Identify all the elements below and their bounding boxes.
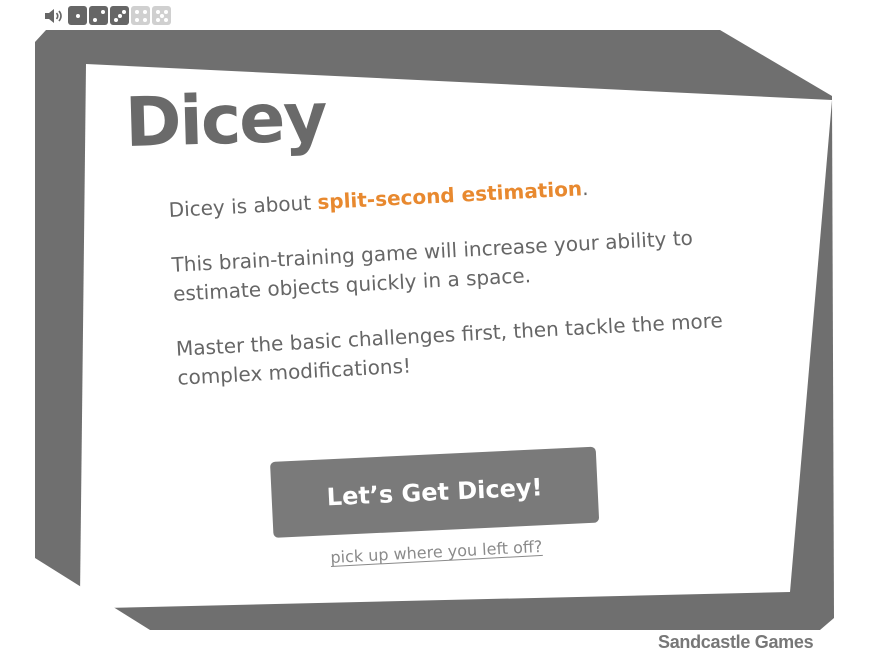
description-paragraph: This brain-training game will increase y… <box>170 225 694 306</box>
instruction-paragraph: Master the basic challenges first, then … <box>175 308 724 390</box>
tagline-highlight: split-second estimation <box>316 176 583 215</box>
game-title: Dicey <box>124 78 327 163</box>
studio-logo[interactable]: Sandcastle Games <box>658 632 814 653</box>
tagline-suffix: . <box>581 176 590 201</box>
tagline-prefix: Dicey is about <box>168 190 319 222</box>
resume-game-link[interactable]: pick up where you left off? <box>330 537 543 567</box>
tagline: Dicey is about split-second estimation. <box>168 167 729 225</box>
game-screen: Dicey Dicey is about split-second estima… <box>0 0 870 660</box>
intro-text: Dicey is about split-second estimation. … <box>168 167 739 419</box>
start-game-button[interactable]: Let’s Get Dicey! <box>270 446 600 538</box>
intro-panel: Dicey Dicey is about split-second estima… <box>0 0 870 660</box>
